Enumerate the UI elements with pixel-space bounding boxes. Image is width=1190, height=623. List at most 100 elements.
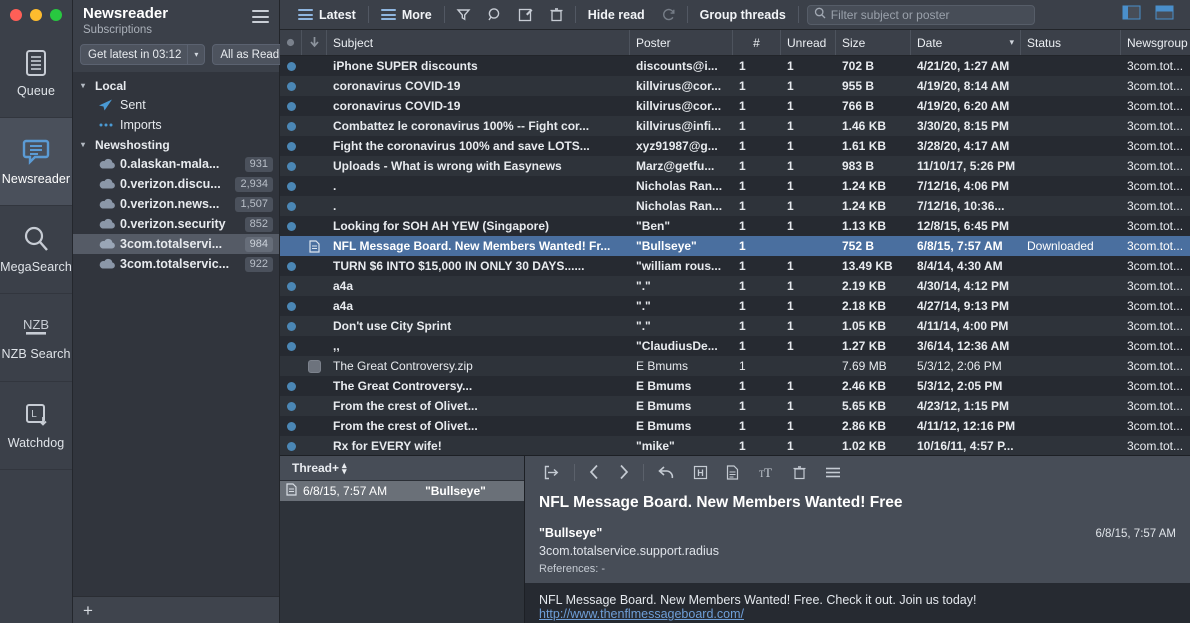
close-window-button[interactable] bbox=[10, 9, 22, 21]
row-icon[interactable] bbox=[302, 56, 327, 76]
rail-item-watchdog[interactable]: L Watchdog bbox=[0, 382, 72, 470]
rail-item-queue[interactable]: Queue bbox=[0, 30, 72, 118]
column-header-date[interactable]: Date ▾ bbox=[911, 30, 1021, 55]
column-header-count[interactable]: # bbox=[733, 30, 781, 55]
hide-read-button[interactable]: Hide read bbox=[579, 4, 654, 26]
next-chevron-icon[interactable] bbox=[609, 464, 638, 480]
column-header-unread[interactable]: Unread bbox=[781, 30, 836, 55]
row-mark[interactable] bbox=[280, 356, 302, 376]
filter-search-box[interactable] bbox=[806, 4, 1035, 25]
sidebar-item-sent[interactable]: Sent bbox=[73, 95, 279, 115]
layout-bottom-panel-icon[interactable] bbox=[1148, 5, 1181, 25]
search-magnifier-icon[interactable] bbox=[479, 7, 510, 22]
group-threads-button[interactable]: Group threads bbox=[691, 4, 795, 26]
table-row[interactable]: The Great Controversy.zip E Bmums 1 7.69 MB… bbox=[280, 356, 1190, 376]
row-mark[interactable] bbox=[280, 216, 302, 236]
row-mark[interactable] bbox=[280, 296, 302, 316]
column-header-subject[interactable]: Subject bbox=[327, 30, 630, 55]
search-input[interactable] bbox=[830, 7, 1028, 22]
row-icon[interactable] bbox=[302, 316, 327, 336]
save-to-folder-icon[interactable] bbox=[535, 465, 569, 480]
sidebar-item-newsgroup[interactable]: 0.verizon.news... 1,507 bbox=[73, 194, 279, 214]
row-icon[interactable] bbox=[302, 156, 327, 176]
row-icon[interactable] bbox=[302, 396, 327, 416]
rail-item-megasearch[interactable]: MegaSearch bbox=[0, 206, 72, 294]
row-mark[interactable] bbox=[280, 136, 302, 156]
table-row[interactable]: ,, "ClaudiusDe... 1 1 1.27 KB 3/6/14, 12:36 A… bbox=[280, 336, 1190, 356]
row-mark[interactable] bbox=[280, 376, 302, 396]
row-icon[interactable] bbox=[302, 216, 327, 236]
table-row[interactable]: Fight the coronavirus 100% and save LOTS… bbox=[280, 136, 1190, 156]
all-as-read-button[interactable]: All as Read bbox=[212, 44, 288, 65]
row-mark[interactable] bbox=[280, 176, 302, 196]
header-h-icon[interactable]: H bbox=[684, 465, 717, 480]
row-mark[interactable] bbox=[280, 56, 302, 76]
column-header-status[interactable]: Status bbox=[1021, 30, 1121, 55]
row-mark[interactable] bbox=[280, 396, 302, 416]
row-icon[interactable] bbox=[302, 196, 327, 216]
column-header-poster[interactable]: Poster bbox=[630, 30, 733, 55]
message-table[interactable]: Subject Poster # Unread Size Date ▾ Stat… bbox=[280, 30, 1190, 455]
thread-sort-header[interactable]: Thread+ ▴ ▾ bbox=[280, 456, 524, 481]
previous-chevron-icon[interactable] bbox=[580, 464, 609, 480]
sidebar-item-imports[interactable]: Imports bbox=[73, 115, 279, 135]
row-mark[interactable] bbox=[280, 436, 302, 455]
row-mark[interactable] bbox=[280, 196, 302, 216]
row-icon[interactable] bbox=[302, 136, 327, 156]
sidebar-item-newsgroup[interactable]: 0.verizon.discu... 2,934 bbox=[73, 174, 279, 194]
chevron-down-icon[interactable]: ▾ bbox=[81, 140, 90, 149]
tree-group-local[interactable]: ▾ Local bbox=[73, 76, 279, 95]
table-row[interactable]: Don't use City Sprint "." 1 1 1.05 KB 4/11/14… bbox=[280, 316, 1190, 336]
filter-funnel-icon[interactable] bbox=[448, 7, 479, 22]
row-mark[interactable] bbox=[280, 236, 302, 256]
row-icon[interactable] bbox=[302, 416, 327, 436]
table-row[interactable]: TURN $6 INTO $15,000 IN ONLY 30 DAYS....… bbox=[280, 256, 1190, 276]
refresh-icon[interactable] bbox=[654, 8, 684, 22]
row-icon[interactable] bbox=[302, 76, 327, 96]
add-subscription-button[interactable]: + bbox=[83, 602, 93, 619]
rail-item-newsreader[interactable]: Newsreader bbox=[0, 118, 72, 206]
table-row-selected[interactable]: NFL Message Board. New Members Wanted! F… bbox=[280, 236, 1190, 256]
row-icon[interactable] bbox=[302, 236, 327, 256]
row-icon[interactable] bbox=[302, 96, 327, 116]
document-icon[interactable] bbox=[717, 464, 748, 480]
checkbox-icon[interactable] bbox=[308, 359, 321, 373]
hamburger-icon[interactable] bbox=[252, 10, 269, 23]
row-icon[interactable] bbox=[302, 376, 327, 396]
maximize-window-button[interactable] bbox=[50, 9, 62, 21]
table-row[interactable]: a4a "." 1 1 2.18 KB 4/27/14, 9:13 PM 3com.tot.… bbox=[280, 296, 1190, 316]
table-row[interactable]: Uploads - What is wrong with Easynews Mar… bbox=[280, 156, 1190, 176]
sidebar-item-newsgroup[interactable]: 0.alaskan-mala... 931 bbox=[73, 154, 279, 174]
reply-arrow-icon[interactable] bbox=[649, 465, 684, 480]
minimize-window-button[interactable] bbox=[30, 9, 42, 21]
trash-icon[interactable] bbox=[783, 465, 816, 480]
row-icon[interactable] bbox=[302, 436, 327, 455]
sort-updown-icon[interactable]: ▴ ▾ bbox=[342, 460, 347, 476]
row-icon[interactable] bbox=[302, 116, 327, 136]
tree-group-newshosting[interactable]: ▾ Newshosting bbox=[73, 135, 279, 154]
text-format-icon[interactable]: TT bbox=[748, 465, 783, 480]
row-icon[interactable] bbox=[302, 176, 327, 196]
table-row[interactable]: coronavirus COVID-19 killvirus@cor... 1 1 95… bbox=[280, 76, 1190, 96]
column-header-newsgroup[interactable]: Newsgroup bbox=[1121, 30, 1190, 55]
latest-button[interactable]: Latest bbox=[289, 4, 365, 26]
sidebar-item-newsgroup-selected[interactable]: 3com.totalservi... 984 bbox=[73, 234, 279, 254]
rail-item-nzb-search[interactable]: NZB NZB Search bbox=[0, 294, 72, 382]
column-header-flag[interactable] bbox=[280, 30, 302, 55]
sidebar-item-newsgroup[interactable]: 0.verizon.security 852 bbox=[73, 214, 279, 234]
table-row[interactable]: . Nicholas Ran... 1 1 1.24 KB 7/12/16, 4:06 P… bbox=[280, 176, 1190, 196]
trash-icon[interactable] bbox=[541, 7, 572, 22]
row-mark[interactable] bbox=[280, 156, 302, 176]
table-row[interactable]: a4a "." 1 1 2.19 KB 4/30/14, 4:12 PM 3com.tot.… bbox=[280, 276, 1190, 296]
table-row[interactable]: Rx for EVERY wife! "mike" 1 1 1.02 KB 10/16/1… bbox=[280, 436, 1190, 455]
table-row[interactable]: . Nicholas Ran... 1 1 1.24 KB 7/12/16, 10:36.… bbox=[280, 196, 1190, 216]
table-row[interactable]: Looking for SOH AH YEW (Singapore) "Ben" 1… bbox=[280, 216, 1190, 236]
row-icon[interactable] bbox=[302, 296, 327, 316]
row-mark[interactable] bbox=[280, 256, 302, 276]
row-icon[interactable] bbox=[302, 276, 327, 296]
table-row[interactable]: coronavirus COVID-19 killvirus@cor... 1 1 76… bbox=[280, 96, 1190, 116]
table-row[interactable]: From the crest of Olivet... E Bmums 1 1 2.86… bbox=[280, 416, 1190, 436]
thread-list-item[interactable]: 6/8/15, 7:57 AM "Bullseye" bbox=[280, 481, 524, 501]
more-menu-icon[interactable] bbox=[816, 466, 850, 479]
row-mark[interactable] bbox=[280, 336, 302, 356]
